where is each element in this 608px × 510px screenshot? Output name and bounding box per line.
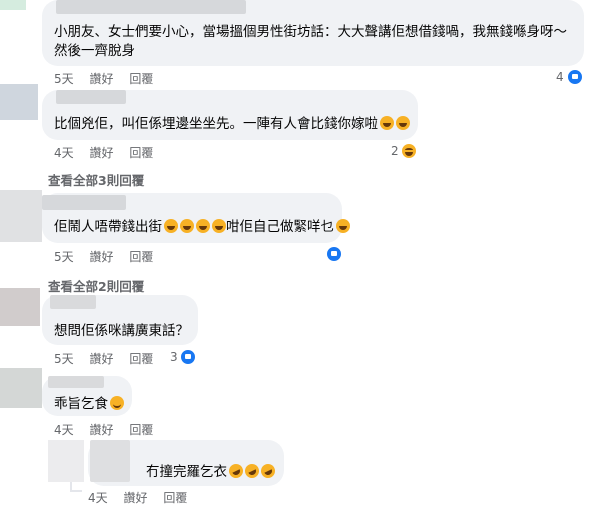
reaction-summary[interactable]: 4 — [556, 69, 583, 85]
commenter-name[interactable] — [42, 195, 126, 210]
like-button[interactable]: 讚好 — [89, 250, 113, 264]
comment-text: 想問佢係咪講廣東話？ — [54, 323, 189, 339]
comment-actions: 4天 讚好 回覆 — [88, 489, 199, 506]
comment-actions: 5天 讚好 回覆 — [54, 70, 165, 87]
avatar[interactable] — [0, 84, 38, 120]
timestamp[interactable]: 4天 — [54, 423, 74, 437]
reply-button[interactable]: 回覆 — [163, 491, 187, 505]
commenter-name[interactable] — [50, 295, 96, 309]
comment-actions: 4天 讚好 回覆 — [54, 144, 165, 161]
reply-button[interactable]: 回覆 — [129, 352, 153, 366]
rolling-laughing-emoji-icon — [258, 461, 278, 481]
comment-actions: 4天 讚好 回覆 — [54, 421, 165, 438]
avatar[interactable] — [48, 440, 84, 482]
comment-text: 乖旨乞食 — [54, 395, 124, 413]
comment-actions: 5天 讚好 回覆 — [54, 350, 165, 367]
avatar[interactable] — [0, 190, 42, 242]
comment-bubble: 乖旨乞食 — [42, 376, 132, 416]
reply-button[interactable]: 回覆 — [129, 146, 153, 160]
comment-bubble: 比個兇佢，叫佢係埋邊坐坐先。一陣有人會比錢你嫁啦 — [42, 90, 418, 140]
laughing-emoji-icon — [212, 219, 226, 233]
rolling-laughing-emoji-icon — [226, 461, 246, 481]
comment-bubble: 冇撞完羅乞衣 — [88, 440, 284, 486]
comment-bubble: 小朋友、女士們要小心，當場搵個男性街坊話：大大聲講佢想借錢喎，我無錢喺身呀～ 然… — [42, 0, 584, 66]
comment-text: 然後一齊脫身 — [54, 43, 135, 59]
timestamp[interactable]: 5天 — [54, 352, 74, 366]
timestamp[interactable]: 4天 — [54, 146, 74, 160]
comment-bubble: 想問佢係咪講廣東話？ — [42, 295, 198, 345]
like-icon — [179, 349, 196, 365]
reaction-count: 4 — [556, 70, 564, 84]
reaction-summary[interactable]: 2 — [391, 143, 417, 159]
commenter-name[interactable] — [90, 440, 130, 482]
reply-button[interactable]: 回覆 — [129, 423, 153, 437]
reply-button[interactable]: 回覆 — [129, 72, 153, 86]
like-icon — [326, 246, 342, 262]
timestamp[interactable]: 5天 — [54, 72, 74, 86]
comment-text: 比個兇佢，叫佢係埋邊坐坐先。一陣有人會比錢你嫁啦 — [54, 115, 410, 133]
comment-text: 小朋友、女士們要小心，當場搵個男性街坊話：大大聲講佢想借錢喎，我無錢喺身呀～ — [54, 24, 567, 40]
reaction-count: 3 — [170, 350, 178, 364]
timestamp[interactable]: 5天 — [54, 250, 74, 264]
haha-icon — [400, 143, 417, 159]
rolling-laughing-emoji-icon — [242, 461, 262, 481]
laughing-emoji-icon — [164, 219, 178, 233]
like-button[interactable]: 讚好 — [89, 72, 113, 86]
reaction-summary[interactable] — [326, 246, 342, 262]
laughing-emoji-icon — [396, 116, 410, 130]
like-button[interactable]: 讚好 — [89, 146, 113, 160]
thread-line — [70, 490, 82, 492]
reaction-count: 2 — [391, 144, 399, 158]
like-button[interactable]: 讚好 — [123, 491, 147, 505]
smiling-emoji-icon — [110, 396, 124, 410]
like-button[interactable]: 讚好 — [89, 423, 113, 437]
comment-bubble: 佢鬧人唔帶錢出街 咁佢自己做緊咩乜 — [42, 193, 350, 243]
laughing-emoji-icon — [196, 219, 210, 233]
like-icon — [566, 69, 583, 85]
commenter-name[interactable] — [56, 90, 126, 104]
reply-button[interactable]: 回覆 — [129, 250, 153, 264]
comment-actions: 5天 讚好 回覆 — [54, 248, 165, 265]
avatar[interactable] — [0, 368, 42, 408]
view-replies-link[interactable]: 查看全部3則回覆 — [48, 170, 144, 189]
comment-text: 冇撞完羅乞衣 — [146, 461, 278, 481]
reaction-summary[interactable]: 3 — [170, 349, 196, 365]
comment-text: 佢鬧人唔帶錢出街 咁佢自己做緊咩乜 — [54, 218, 350, 236]
avatar[interactable] — [0, 288, 40, 326]
avatar-partial[interactable] — [0, 0, 26, 10]
timestamp[interactable]: 4天 — [88, 491, 108, 505]
commenter-name[interactable] — [56, 0, 246, 14]
commenter-name[interactable] — [48, 376, 104, 388]
laughing-emoji-icon — [336, 219, 350, 233]
laughing-emoji-icon — [380, 116, 394, 130]
view-replies-link[interactable]: 查看全部2則回覆 — [48, 276, 144, 295]
laughing-emoji-icon — [180, 219, 194, 233]
like-button[interactable]: 讚好 — [89, 352, 113, 366]
